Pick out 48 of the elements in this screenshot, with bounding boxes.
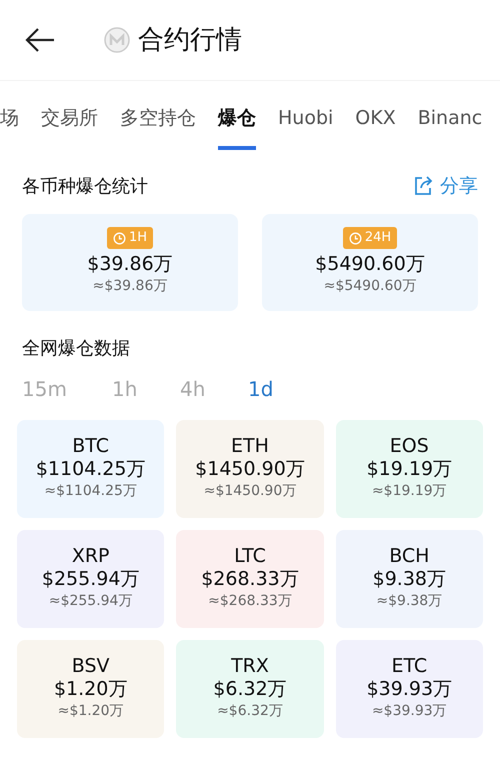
approx-text: ≈$6.32万 [217, 702, 283, 721]
section-title: 全网爆仓数据 [22, 338, 130, 358]
period-label: 24H [364, 229, 392, 248]
amount-text: $1104.25万 [36, 458, 146, 481]
amount-text: $1.20万 [54, 678, 128, 701]
approx-text: ≈$1104.25万 [44, 482, 137, 501]
tab[interactable]: Binanc [418, 101, 482, 150]
coin-symbol: ETC [391, 655, 428, 678]
approx-text: ≈$255.94万 [48, 592, 132, 611]
approx-text: ≈$1450.90万 [204, 482, 296, 501]
amount-text: $1450.90万 [195, 458, 305, 481]
coin-symbol: BSV [72, 655, 110, 678]
tab[interactable]: 爆仓 [218, 101, 256, 150]
clock-icon [348, 232, 362, 245]
amount-text: $39.93万 [366, 678, 452, 701]
coin-symbol: ETH [231, 435, 269, 458]
amount-text: $19.19万 [366, 458, 452, 481]
tab[interactable]: 多空持仓 [120, 101, 196, 150]
clock-icon [112, 232, 126, 245]
approx-text: ≈$9.38万 [376, 592, 442, 611]
section-title: 各币种爆仓统计 [22, 174, 148, 199]
coin-symbol: BTC [72, 435, 110, 458]
tab[interactable]: 场 [0, 101, 19, 150]
coin-symbol: EOS [390, 435, 429, 458]
amount-text: $5490.60万 [315, 252, 425, 276]
period-label: 1H [128, 229, 148, 248]
amount-text: $255.94万 [42, 568, 140, 591]
logo-icon [104, 27, 130, 53]
coin-symbol: BCH [389, 545, 430, 568]
approx-text: ≈$1.20万 [58, 702, 124, 721]
coin-symbol: LTC [234, 545, 266, 568]
amount-text: $268.33万 [201, 568, 299, 591]
coin-symbol: TRX [231, 655, 269, 678]
tab[interactable]: OKX [355, 101, 396, 150]
amount-text: $9.38万 [372, 568, 446, 591]
page-title: 合约行情 [138, 24, 242, 56]
interval-tab[interactable]: 1d [248, 374, 316, 404]
approx-text: ≈$19.19万 [372, 482, 447, 501]
approx-text: ≈$39.93万 [372, 702, 447, 721]
tab[interactable]: Huobi [278, 101, 334, 150]
approx-text: ≈$39.86万 [92, 276, 168, 296]
tab[interactable]: 交易所 [41, 101, 98, 150]
amount-text: $6.32万 [213, 678, 287, 701]
approx-text: ≈$5490.60万 [324, 276, 416, 296]
share-icon[interactable] [412, 175, 434, 198]
approx-text: ≈$268.33万 [208, 592, 292, 611]
coin-symbol: XRP [72, 545, 110, 568]
amount-text: $39.86万 [87, 252, 173, 276]
